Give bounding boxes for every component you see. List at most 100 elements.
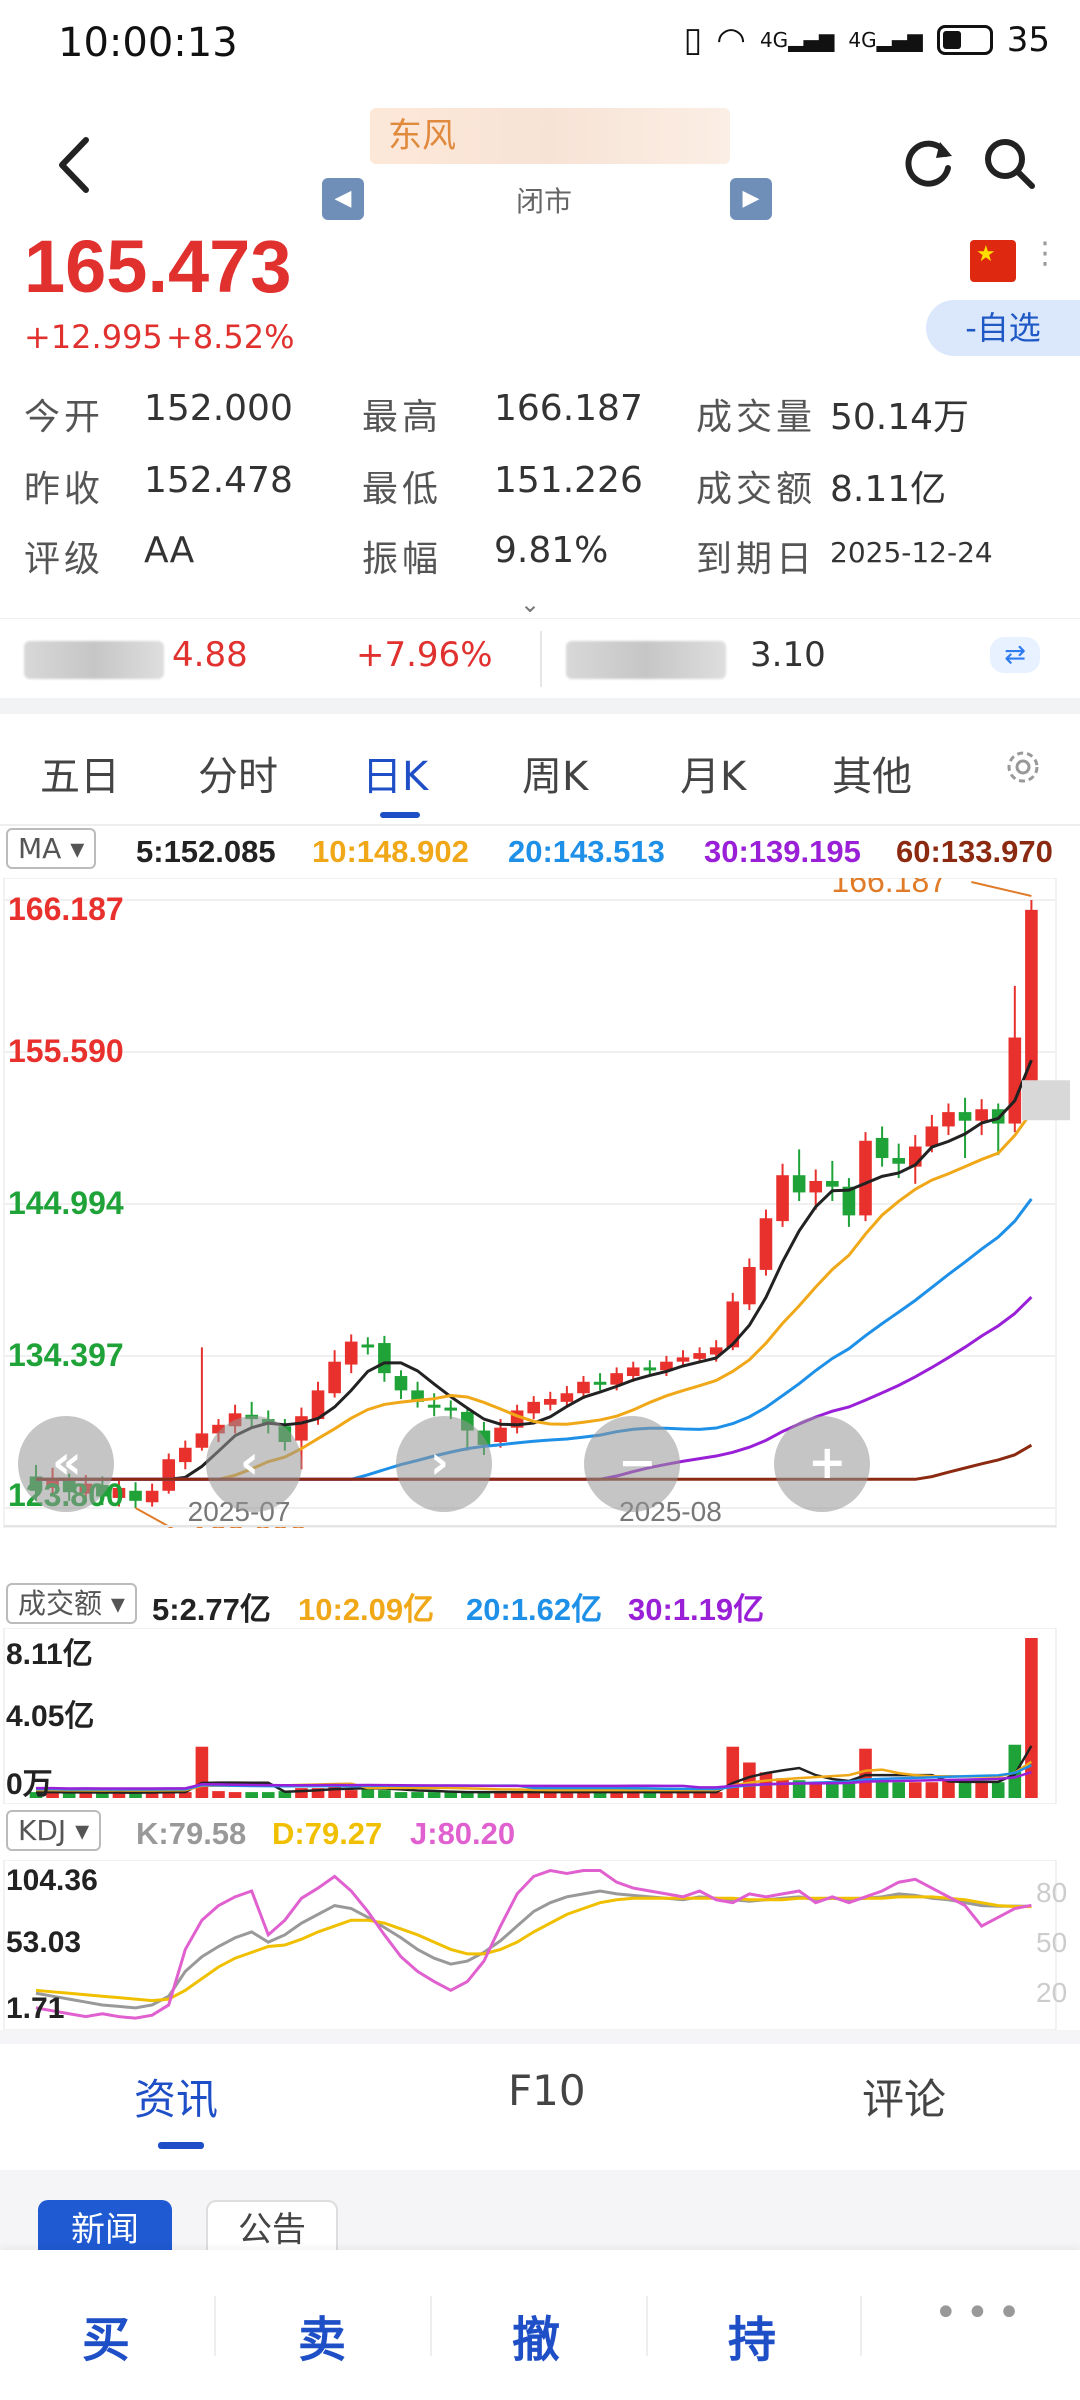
amount-bar bbox=[245, 1792, 258, 1798]
stat-label: 到期日 bbox=[696, 539, 817, 580]
active-tab-indicator bbox=[380, 812, 420, 818]
candle-body bbox=[179, 1447, 192, 1463]
last-price-marker bbox=[1022, 1080, 1070, 1121]
ma30-value: 30:139.195 bbox=[704, 834, 861, 869]
signal-icon-2: 4G▂▄▆ bbox=[848, 28, 923, 52]
prev-instrument-button[interactable]: ◀ bbox=[322, 178, 364, 220]
tab-f10[interactable]: F10 bbox=[508, 2066, 586, 2115]
swap-icon[interactable]: ⇄ bbox=[990, 637, 1040, 673]
tab-monthly-k[interactable]: 月K bbox=[680, 744, 746, 802]
stat-value: 2025-12-24 bbox=[830, 536, 993, 569]
battery-icon bbox=[936, 25, 993, 55]
candle-body bbox=[792, 1175, 806, 1193]
amount-bar bbox=[378, 1790, 391, 1798]
amount-ma5: 5:2.77亿 bbox=[152, 1592, 271, 1627]
more-icon[interactable]: ⋮ bbox=[1030, 236, 1060, 271]
zoom-out-button[interactable]: − bbox=[584, 1416, 680, 1512]
refresh-icon[interactable] bbox=[900, 134, 958, 192]
back-button[interactable] bbox=[50, 130, 100, 200]
stat-value: 151.226 bbox=[494, 460, 643, 501]
amount-bar bbox=[361, 1788, 375, 1798]
positions-button[interactable]: 持 bbox=[728, 2300, 776, 2370]
candle-body bbox=[975, 1109, 988, 1121]
cancel-order-button[interactable]: 撤 bbox=[512, 2300, 560, 2370]
buy-button[interactable]: 买 bbox=[82, 2300, 130, 2370]
amount-bar bbox=[62, 1793, 76, 1798]
redacted-name bbox=[24, 641, 164, 679]
candle-body bbox=[361, 1344, 375, 1348]
stat-label: 今开 bbox=[24, 397, 105, 438]
stat-label: 评级 bbox=[24, 539, 105, 580]
kdj-j: J:80.20 bbox=[410, 1816, 516, 1851]
tab-comments[interactable]: 评论 bbox=[862, 2066, 946, 2127]
amount-ma20: 20:1.62亿 bbox=[466, 1592, 603, 1627]
amount-y-tick: 0万 bbox=[6, 1768, 53, 1801]
candle-body bbox=[162, 1459, 176, 1491]
tab-weekly-k[interactable]: 周K bbox=[522, 744, 588, 802]
active-tab-indicator bbox=[158, 2142, 204, 2149]
tab-five-day[interactable]: 五日 bbox=[40, 744, 120, 802]
kdj-chart[interactable]: 104.36 53.03 1.71 80 50 20 bbox=[0, 1860, 1080, 2030]
stat-label: 成交量 bbox=[696, 397, 817, 438]
divider bbox=[214, 2296, 216, 2356]
high-callout-label: 166.187 bbox=[831, 878, 947, 899]
price-change: +12.995 bbox=[24, 318, 163, 356]
last-price: 165.473 bbox=[24, 225, 292, 308]
amount-values: 5:2.77亿 10:2.09亿 20:1.62亿 30:1.19亿 bbox=[0, 1584, 1080, 1628]
amount-y-tick: 8.11亿 bbox=[6, 1638, 93, 1671]
candle-body bbox=[759, 1218, 773, 1270]
zoom-in-button-glyph: + bbox=[808, 1435, 847, 1489]
zoom-in-button[interactable]: + bbox=[774, 1416, 870, 1512]
candle-body bbox=[543, 1398, 557, 1405]
amount-bar bbox=[228, 1792, 242, 1798]
scroll-right-button[interactable]: › bbox=[396, 1416, 492, 1512]
scroll-right-button-glyph: › bbox=[430, 1435, 449, 1489]
tab-other[interactable]: 其他 bbox=[832, 744, 912, 802]
amount-bar bbox=[942, 1780, 955, 1798]
tab-news[interactable]: 资讯 bbox=[134, 2066, 218, 2127]
tab-daily-k[interactable]: 日K bbox=[362, 744, 428, 802]
more-actions-icon[interactable]: ••• bbox=[934, 2290, 1029, 2336]
candle-body bbox=[826, 1180, 839, 1187]
amount-bar bbox=[96, 1793, 109, 1798]
kline-chart[interactable]: 166.187155.590144.994134.397123.800166.1… bbox=[0, 878, 1080, 1528]
amount-chart[interactable]: 8.11亿 4.05亿 0万 bbox=[0, 1628, 1080, 1804]
amount-bar bbox=[776, 1778, 789, 1798]
candle-body bbox=[875, 1137, 889, 1159]
stat-label: 昨收 bbox=[24, 469, 105, 510]
stats-row-2: 昨收 152.478 最低 151.226 成交额 8.11亿 bbox=[24, 460, 1064, 520]
scroll-left-button-glyph: ‹ bbox=[240, 1435, 259, 1489]
candle-body bbox=[378, 1343, 391, 1374]
scroll-left-button[interactable]: ‹ bbox=[206, 1416, 302, 1512]
chevron-down-icon[interactable]: ⌄ bbox=[520, 590, 540, 618]
market-status: 闭市 bbox=[516, 185, 573, 218]
gear-icon[interactable] bbox=[1000, 744, 1046, 790]
candle-body bbox=[328, 1361, 341, 1394]
amount-bar bbox=[925, 1782, 939, 1798]
amount-bar bbox=[975, 1782, 988, 1798]
next-instrument-button[interactable]: ▶ bbox=[730, 178, 772, 220]
scroll-left-fast-button[interactable]: « bbox=[18, 1416, 114, 1512]
search-icon[interactable] bbox=[980, 134, 1038, 192]
sell-button[interactable]: 卖 bbox=[298, 2300, 346, 2370]
stat-label: 振幅 bbox=[362, 539, 443, 580]
divider bbox=[540, 631, 542, 687]
related-instruments-bar[interactable]: 4.88 +7.96% 3.10 ⇄ bbox=[0, 618, 1080, 698]
ma60-value: 60:133.970 bbox=[896, 834, 1053, 869]
stat-value: 8.11亿 bbox=[830, 469, 947, 510]
candle-body bbox=[743, 1267, 756, 1305]
section-gap bbox=[0, 2030, 1080, 2044]
remove-watchlist-button[interactable]: -自选 bbox=[926, 300, 1080, 356]
ma10-value: 10:148.902 bbox=[312, 834, 469, 869]
kdj-y-tick: 53.03 bbox=[6, 1926, 81, 1959]
tab-intraday[interactable]: 分时 bbox=[198, 744, 278, 802]
status-time: 10:00:13 bbox=[58, 20, 238, 66]
ma5-value: 5:152.085 bbox=[136, 834, 276, 869]
candle-body bbox=[925, 1126, 939, 1147]
candle-body bbox=[643, 1367, 657, 1371]
related-value-1: 4.88 bbox=[172, 635, 248, 675]
status-icons: ▯ ◠ 4G▂▄▆ 4G▂▄▆ 35 bbox=[684, 20, 1050, 60]
candle-body bbox=[560, 1393, 574, 1402]
amount-bar bbox=[826, 1782, 839, 1798]
candle-body bbox=[809, 1180, 823, 1193]
